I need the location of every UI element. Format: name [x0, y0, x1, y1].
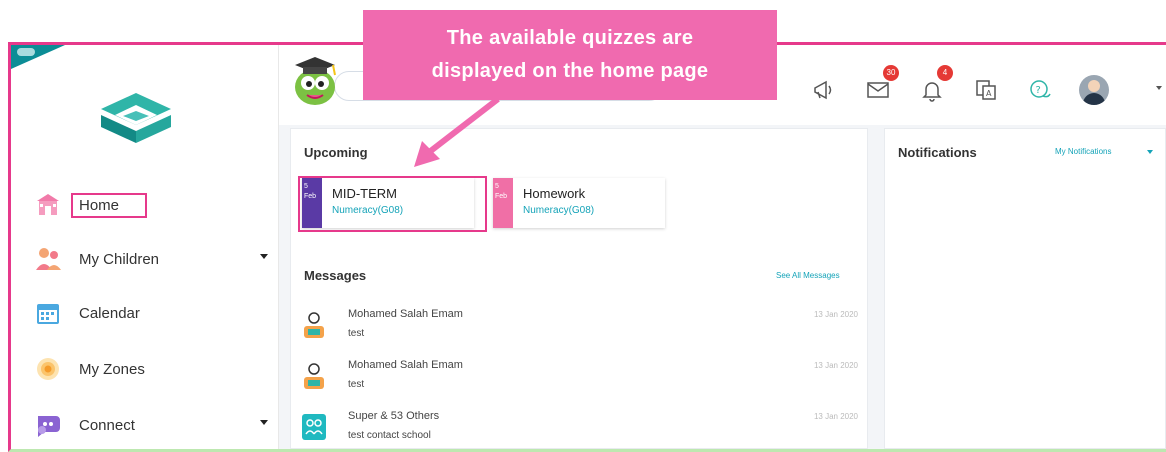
- sidebar-item-connect[interactable]: Connect: [33, 405, 278, 445]
- sidebar-item-home[interactable]: Home: [33, 185, 278, 225]
- message-preview: test: [348, 379, 365, 390]
- message-item[interactable]: Mohamed Salah Emam test 13 Jan 2020: [302, 357, 862, 397]
- mail-icon[interactable]: 30: [863, 65, 899, 105]
- message-sender: Mohamed Salah Emam: [348, 359, 463, 371]
- callout-line-2: displayed on the home page: [431, 60, 709, 82]
- upcoming-item-title: Homework: [523, 186, 586, 201]
- zones-icon: [33, 354, 63, 384]
- message-preview: test: [348, 328, 365, 339]
- sidebar-item-label: My Children: [79, 250, 160, 268]
- date-tag: 5 Feb: [493, 178, 513, 228]
- upcoming-item[interactable]: 5 Feb Homework Numeracy(G08): [493, 178, 665, 228]
- annotation-callout: The available quizzes are displayed on t…: [363, 10, 777, 100]
- sidebar-item-my-zones[interactable]: My Zones: [33, 349, 278, 389]
- bell-icon[interactable]: 4: [917, 65, 953, 105]
- upcoming-item-subject: Numeracy(G08): [523, 205, 595, 216]
- message-sender: Mohamed Salah Emam: [348, 308, 463, 320]
- sidebar-item-calendar[interactable]: Calendar: [33, 293, 278, 333]
- annotation-highlight-box: [298, 176, 487, 232]
- sidebar-item-label: Connect: [79, 416, 135, 434]
- notifications-title: Notifications: [898, 145, 977, 160]
- user-avatar-icon: [304, 312, 324, 338]
- connect-icon: [33, 410, 63, 440]
- sidebar: Home My Children Calendar My Zones Conne…: [11, 45, 278, 449]
- group-icon: [302, 414, 326, 440]
- messages-title: Messages: [304, 268, 367, 283]
- translate-icon[interactable]: A: [971, 75, 1001, 105]
- sidebar-item-my-children[interactable]: My Children: [33, 239, 278, 279]
- announcement-icon[interactable]: [809, 75, 839, 105]
- notifications-card: [884, 128, 1166, 449]
- corner-cap-highlight: [17, 48, 35, 56]
- help-icon[interactable]: ?: [1025, 75, 1055, 105]
- school-icon: [33, 190, 63, 220]
- message-sender: Super & 53 Others: [348, 410, 440, 422]
- date-day: 5: [495, 183, 499, 190]
- avatar[interactable]: [1079, 75, 1109, 105]
- chevron-down-icon[interactable]: [1147, 150, 1153, 154]
- svg-text:?: ?: [1036, 85, 1041, 96]
- header-icons: 30 4 A ?: [809, 65, 1109, 110]
- message-date: 13 Jan 2020: [813, 412, 858, 421]
- notifications-count-badge: 4: [937, 65, 953, 81]
- app-logo: [101, 93, 171, 143]
- user-avatar-icon: [304, 363, 324, 389]
- svg-text:A: A: [986, 89, 992, 98]
- messages-count-badge: 30: [883, 65, 899, 81]
- mascot-icon: [295, 57, 336, 105]
- message-item[interactable]: Mohamed Salah Emam test 13 Jan 2020: [302, 306, 862, 346]
- chevron-down-icon[interactable]: [260, 254, 268, 259]
- children-icon: [33, 244, 63, 274]
- calendar-icon: [33, 298, 63, 328]
- annotation-arrow: [414, 96, 500, 167]
- see-all-messages-link[interactable]: See All Messages: [776, 271, 840, 280]
- chevron-down-icon[interactable]: [260, 420, 268, 425]
- sidebar-item-label: My Zones: [79, 360, 145, 378]
- message-date: 13 Jan 2020: [813, 361, 858, 370]
- message-item[interactable]: Super & 53 Others test contact school 13…: [302, 408, 862, 448]
- notifications-filter-dropdown[interactable]: My Notifications: [1055, 147, 1111, 156]
- chevron-down-icon[interactable]: [1156, 86, 1162, 90]
- message-preview: test contact school: [348, 430, 431, 441]
- message-date: 13 Jan 2020: [813, 310, 858, 319]
- date-month: Feb: [495, 193, 508, 200]
- sidebar-item-label: Home: [71, 192, 148, 218]
- sidebar-item-label: Calendar: [79, 304, 140, 322]
- upcoming-title: Upcoming: [304, 145, 368, 160]
- callout-line-1: The available quizzes are: [446, 27, 694, 49]
